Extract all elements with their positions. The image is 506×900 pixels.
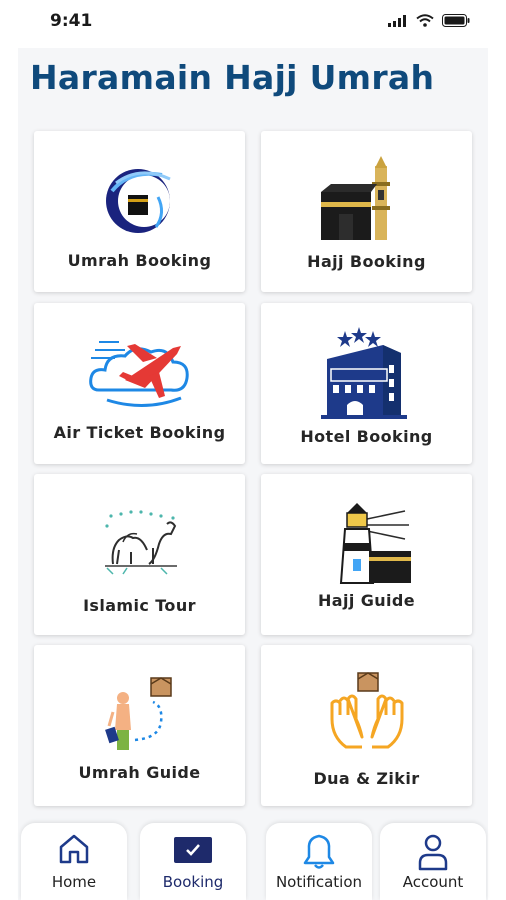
card-label: Hajj Guide <box>317 591 416 610</box>
status-icons <box>388 14 470 27</box>
card-dua-zikir[interactable]: Dua & Zikir <box>261 645 472 806</box>
wifi-icon <box>416 14 434 27</box>
praying-hands-icon <box>261 667 472 763</box>
card-air-ticket-booking[interactable]: Air Ticket Booking <box>34 303 245 464</box>
nav-label: Home <box>51 873 97 891</box>
card-label: Hotel Booking <box>300 427 433 446</box>
hotel-building-icon <box>261 325 472 421</box>
airplane-cloud-icon <box>34 325 245 421</box>
card-hajj-guide[interactable]: Hajj Guide <box>261 474 472 635</box>
nav-account[interactable]: Account <box>380 823 486 900</box>
card-label: Hajj Booking <box>307 252 426 271</box>
nav-home[interactable]: Home <box>21 823 127 900</box>
status-time: 9:41 <box>50 11 93 31</box>
nav-label: Notification <box>275 873 363 891</box>
card-label: Umrah Booking <box>67 251 212 270</box>
card-label: Islamic Tour <box>83 596 196 615</box>
nav-booking[interactable]: Booking <box>140 823 246 900</box>
card-umrah-guide[interactable]: Umrah Guide <box>34 645 245 806</box>
bottom-nav: Home Booking Notification Account <box>18 823 488 900</box>
app-title: Haramain Hajj Umrah <box>30 58 435 97</box>
booking-check-icon <box>140 833 246 869</box>
card-label: Dua & Zikir <box>313 769 420 788</box>
nav-label: Booking <box>162 873 224 891</box>
home-icon <box>21 833 127 869</box>
signal-icon <box>388 14 406 27</box>
kaaba-minaret-icon <box>261 153 472 249</box>
card-islamic-tour[interactable]: Islamic Tour <box>34 474 245 635</box>
bell-icon <box>266 833 372 869</box>
card-label: Umrah Guide <box>78 763 201 782</box>
nav-label: Account <box>402 873 464 891</box>
status-bar: 9:41 <box>0 0 506 44</box>
lighthouse-kaaba-icon <box>261 496 472 592</box>
traveler-route-icon <box>34 667 245 763</box>
nav-notification[interactable]: Notification <box>266 823 372 900</box>
card-hajj-booking[interactable]: Hajj Booking <box>261 131 472 292</box>
umrah-logo-icon <box>34 153 245 249</box>
battery-icon <box>442 14 470 27</box>
camel-icon <box>34 496 245 592</box>
card-label: Air Ticket Booking <box>53 423 226 442</box>
card-hotel-booking[interactable]: Hotel Booking <box>261 303 472 464</box>
user-icon <box>380 833 486 871</box>
card-umrah-booking[interactable]: Umrah Booking <box>34 131 245 292</box>
